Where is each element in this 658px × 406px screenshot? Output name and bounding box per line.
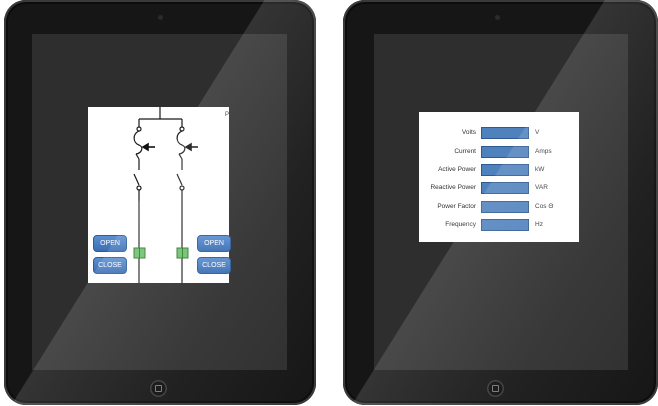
switchgear-panel: P OPEN CLOSE OPEN CLOSE [88, 107, 231, 283]
panel-corner-mark: P [224, 112, 229, 118]
power-factor-field[interactable] [481, 200, 529, 213]
front-camera-right [495, 15, 500, 20]
meter-row-power-factor: Power Factor Cos Θ [419, 200, 579, 213]
right-close-button[interactable]: CLOSE [197, 257, 231, 274]
current-label: Current [454, 148, 476, 155]
meter-row-reactive-power: Reactive Power VAR [419, 181, 579, 194]
power-factor-label: Power Factor [437, 203, 476, 210]
meter-row-current: Current Amps [419, 145, 579, 158]
tablet-left: P OPEN CLOSE OPEN CLOSE [4, 0, 316, 405]
current-unit: Amps [535, 148, 552, 155]
frequency-label: Frequency [445, 221, 476, 228]
current-field[interactable] [481, 145, 529, 158]
left-close-button[interactable]: CLOSE [93, 257, 127, 274]
front-camera-left [158, 15, 163, 20]
reactive-power-field[interactable] [481, 181, 529, 194]
tablet-right: Volts V Current Amps Active Power kW Rea… [343, 0, 658, 405]
home-button-left[interactable] [150, 380, 167, 397]
right-open-button[interactable]: OPEN [197, 235, 231, 252]
reactive-power-unit: VAR [535, 184, 548, 191]
frequency-field[interactable] [481, 218, 529, 231]
volts-unit: V [535, 129, 540, 136]
active-power-field[interactable] [481, 163, 529, 176]
meter-row-volts: Volts V [419, 126, 579, 139]
power-factor-unit: Cos Θ [535, 203, 554, 210]
meter-row-active-power: Active Power kW [419, 163, 579, 176]
meter-row-frequency: Frequency Hz [419, 218, 579, 231]
power-meter-panel: Volts V Current Amps Active Power kW Rea… [419, 112, 579, 242]
active-power-unit: kW [535, 166, 545, 173]
active-power-label: Active Power [438, 166, 476, 173]
volts-label: Volts [461, 129, 476, 136]
volts-field[interactable] [481, 126, 529, 139]
home-button-right[interactable] [487, 380, 504, 397]
left-open-button[interactable]: OPEN [93, 235, 127, 252]
reactive-power-label: Reactive Power [430, 184, 476, 191]
frequency-unit: Hz [535, 221, 543, 228]
